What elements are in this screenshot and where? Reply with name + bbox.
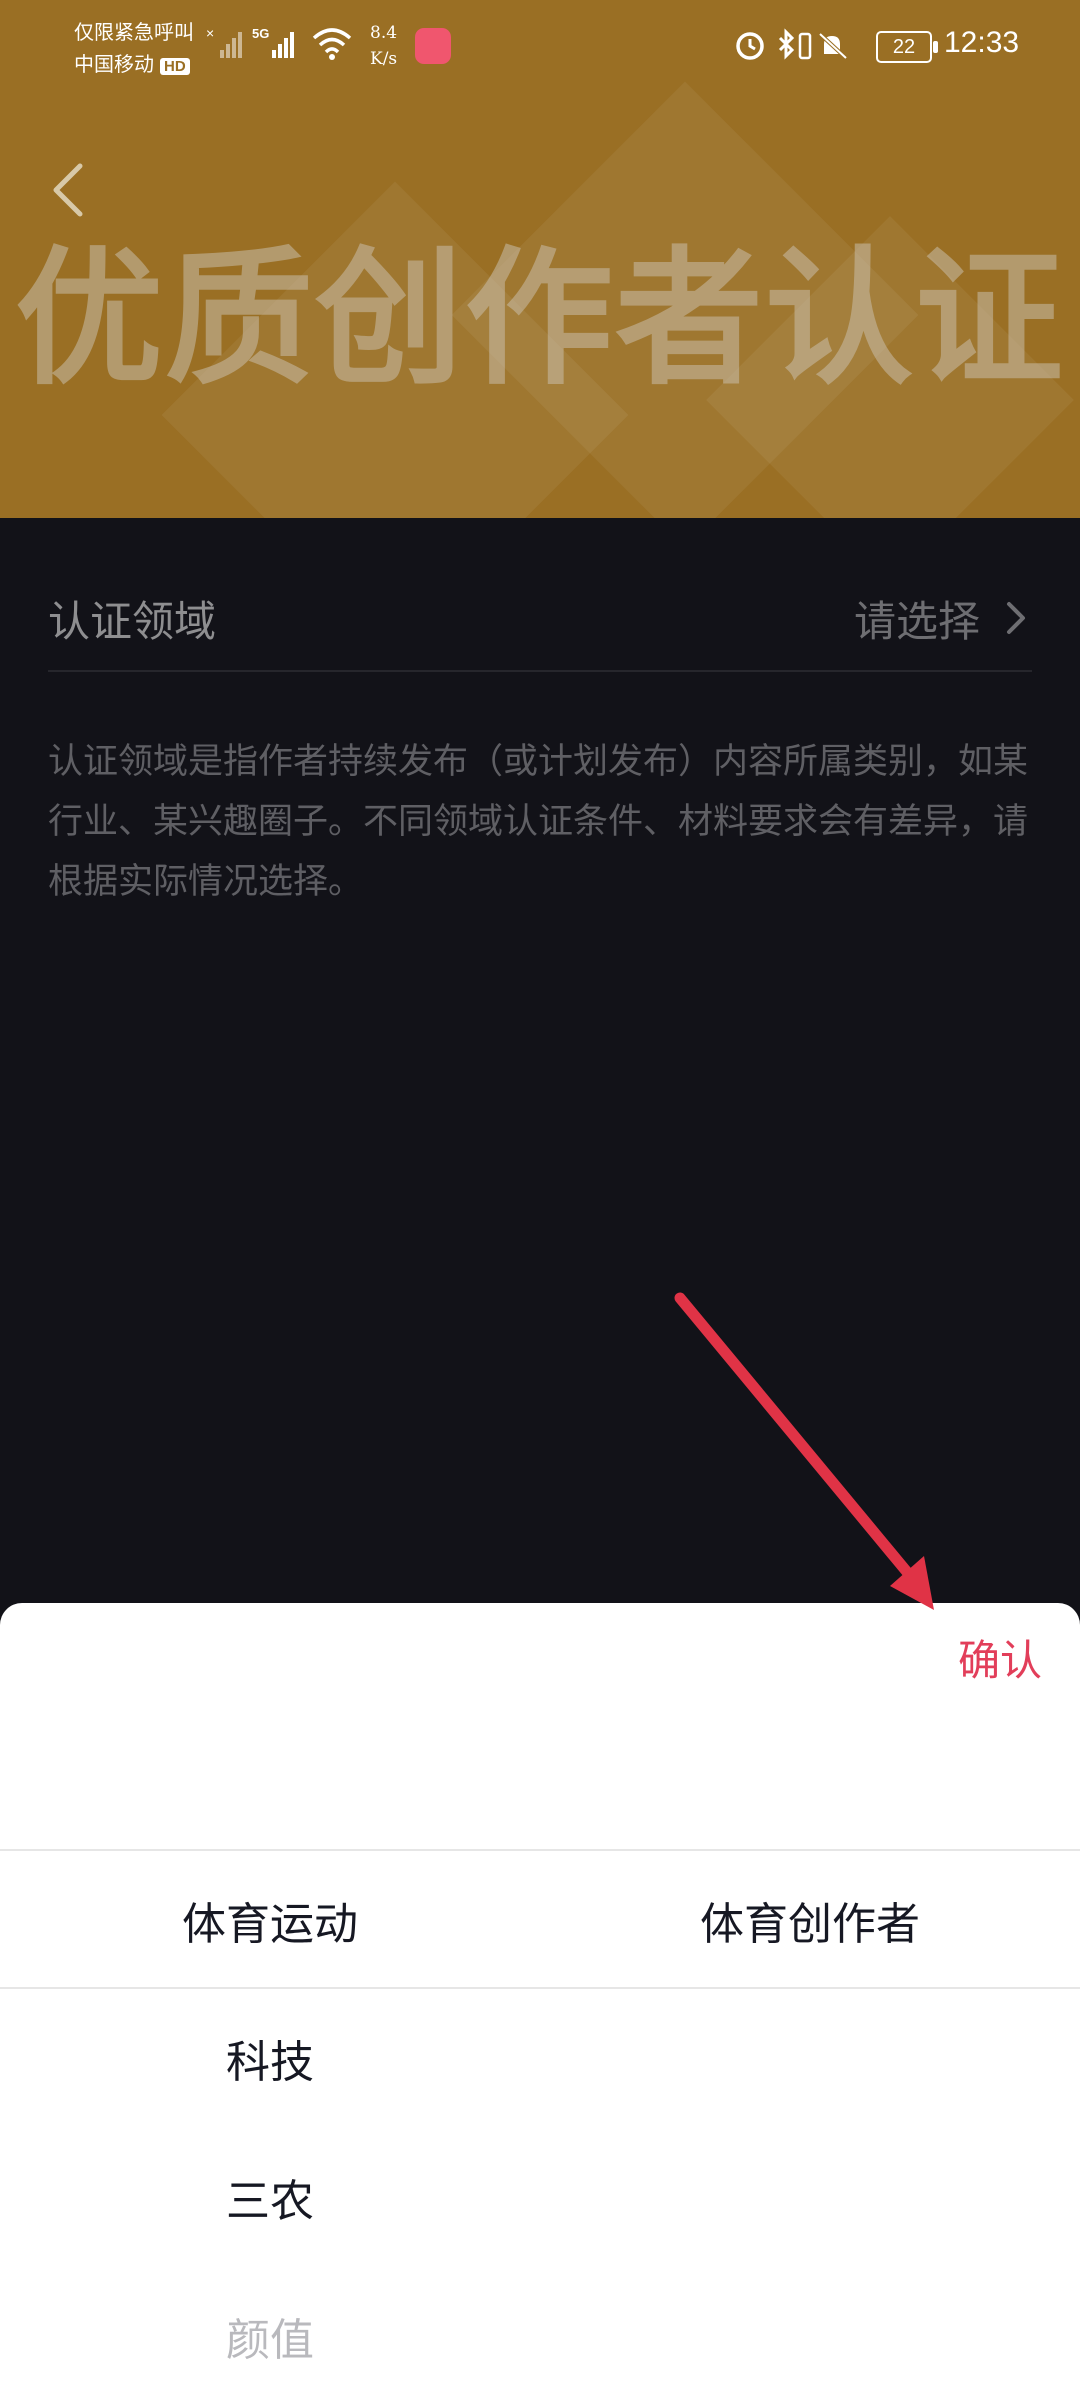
header-banner: 优质创作者认证 仅限紧急呼叫 中国移动 HD × 5G 8.4 K/s 22 1… — [0, 0, 1080, 518]
field-description: 认证领域是指作者持续发布（或计划发布）内容所属类别，如某行业、某兴趣圈子。不同领… — [48, 742, 1029, 902]
chevron-left-icon[interactable] — [48, 160, 88, 220]
network-label: 5G — [252, 26, 269, 41]
svg-text:×: × — [206, 25, 214, 41]
alarm-icon — [736, 32, 764, 60]
vibrate-icon — [798, 32, 812, 60]
picker-sheet: 确认 体育运动 科技 三农 颜值 体育创作者 — [0, 1603, 1080, 2400]
picker-option[interactable]: 三农 — [0, 2165, 540, 2229]
signal-5g-icon: 5G — [252, 26, 294, 58]
bluetooth-icon — [778, 28, 795, 60]
picker-option[interactable]: 科技 — [0, 2026, 540, 2090]
clock: 12:33 — [944, 26, 1020, 59]
certification-field-row[interactable]: 认证领域 请选择 — [48, 560, 1032, 672]
mute-icon — [818, 32, 848, 60]
page-title: 优质创作者认证 — [15, 233, 1065, 405]
signal-icon: × — [206, 25, 242, 58]
picker-option-selected[interactable]: 体育运动 — [0, 1888, 540, 1952]
chevron-right-icon — [1007, 602, 1025, 634]
speed-value: 8.4 — [370, 23, 398, 43]
app-notification-icon — [415, 28, 451, 64]
battery-icon: 22 — [876, 31, 938, 63]
picker-option-selected[interactable]: 体育创作者 — [540, 1888, 1080, 1952]
carrier-text: 中国移动 HD — [74, 48, 190, 77]
field-placeholder[interactable]: 请选择 — [854, 588, 980, 649]
status-icons — [736, 28, 848, 60]
screen: 优质创作者认证 仅限紧急呼叫 中国移动 HD × 5G 8.4 K/s 22 1… — [0, 0, 1080, 2400]
status-bar: 仅限紧急呼叫 中国移动 HD × 5G 8.4 K/s 22 12:33 — [0, 0, 1080, 96]
speed-unit: K/s — [370, 49, 398, 69]
picker-option[interactable]: 颜值 — [0, 2304, 540, 2368]
network-speed: 8.4 K/s — [370, 20, 397, 72]
wifi-icon — [312, 28, 352, 60]
emergency-call-text: 仅限紧急呼叫 — [74, 20, 194, 44]
hd-badge: HD — [160, 58, 190, 75]
confirm-button[interactable]: 确认 — [958, 1627, 1042, 1688]
field-label: 认证领域 — [48, 597, 217, 646]
carrier-name: 中国移动 — [74, 52, 154, 76]
